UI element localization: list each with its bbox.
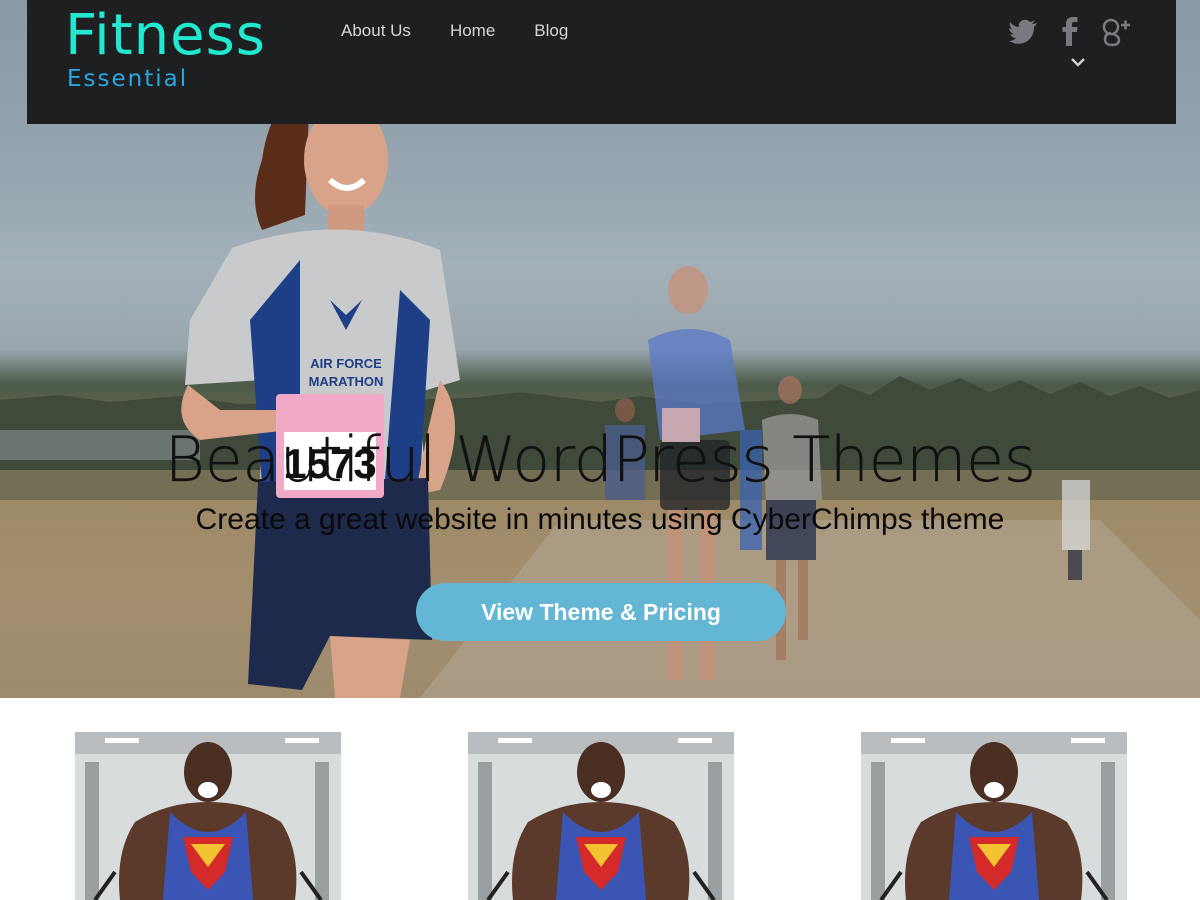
athlete-photo [75,732,341,900]
site-header: Fitness Essential About Us Home Blog [27,0,1176,124]
nav-item-blog[interactable]: Blog [534,20,568,42]
google-plus-icon[interactable] [1101,14,1131,48]
social-links [1009,14,1131,48]
hero-subtitle: Create a great website in minutes using … [195,503,1005,536]
hero-title: Beautiful WordPress Themes [164,423,1036,496]
twitter-icon[interactable] [1009,14,1039,48]
nav-item-home[interactable]: Home [450,20,495,42]
site-logo[interactable]: Fitness Essential [65,3,266,92]
shirt-text-1: AIR FORCE [310,356,382,371]
facebook-icon[interactable] [1055,14,1085,48]
card-image-1[interactable] [75,732,341,900]
view-theme-pricing-button[interactable]: View Theme & Pricing [416,583,786,641]
chevron-down-icon[interactable] [1070,56,1086,68]
shirt-text-2: MARATHON [309,374,384,389]
logo-title: Fitness [65,3,266,68]
card-image-3[interactable] [861,732,1127,900]
nav-item-about-us[interactable]: About Us [341,20,411,42]
main-nav: About Us Home Blog [341,20,607,42]
athlete-photo [468,732,734,900]
logo-tagline: Essential [67,66,189,92]
athlete-photo [861,732,1127,900]
card-image-2[interactable] [468,732,734,900]
